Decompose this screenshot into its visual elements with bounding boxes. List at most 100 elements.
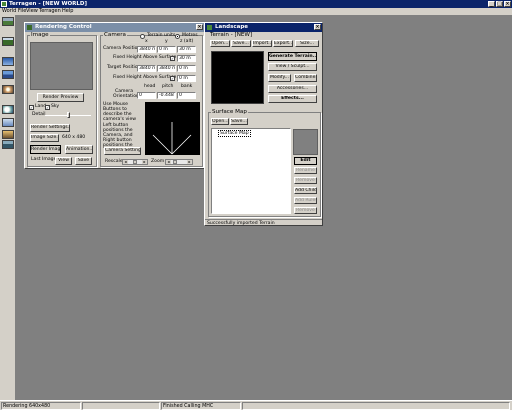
sky-checkbox[interactable]: ✓ xyxy=(45,105,50,110)
camera-icon[interactable] xyxy=(2,140,14,149)
remove-rules-button[interactable]: Remove xyxy=(294,207,317,214)
zoom-left-arrow[interactable]: ◂ xyxy=(166,160,171,164)
rescale-scrollbar[interactable]: ◂ ▸ xyxy=(122,159,148,165)
left-toolbar xyxy=(0,15,16,400)
camera-view-canvas[interactable] xyxy=(145,102,200,155)
add-rules-button[interactable]: Add Rules xyxy=(294,197,317,204)
fixed-height-checkbox[interactable]: ✓ xyxy=(170,56,175,61)
animation-button[interactable]: Animation... xyxy=(65,145,93,154)
target-y-field[interactable]: 3840 m xyxy=(157,65,176,72)
close-button[interactable]: × xyxy=(504,1,511,7)
surface-map-list[interactable]: Surface Map xyxy=(211,128,291,214)
zoom-thumb[interactable] xyxy=(173,160,177,164)
sky-icon[interactable] xyxy=(2,57,14,66)
rendering-close-button[interactable]: × xyxy=(196,24,203,30)
view-button[interactable]: View xyxy=(55,157,72,165)
col-bank-label: bank xyxy=(181,84,193,89)
landscape-close-button[interactable]: × xyxy=(314,24,321,30)
terrain-save-button[interactable]: Save... xyxy=(231,40,251,47)
app-titlebar: Terragen - [NEW WORLD] _ □ × xyxy=(0,0,512,8)
landscape-icon[interactable] xyxy=(2,17,14,26)
target-position-label: Target Position xyxy=(107,65,141,70)
surface-preview xyxy=(293,129,318,155)
view-sculpt-button[interactable]: View / Sculpt... xyxy=(268,63,317,71)
target-x-field[interactable]: 3840 m xyxy=(137,65,156,72)
detail-label: Detail xyxy=(32,112,46,117)
rescale-thumb[interactable] xyxy=(133,160,137,164)
rendering-control-window: Rendering Control × Image Render Preview… xyxy=(24,22,205,169)
maximize-button[interactable]: □ xyxy=(496,1,503,7)
lighting-icon[interactable] xyxy=(2,130,14,139)
zoom-scrollbar[interactable]: ◂ ▸ xyxy=(165,159,193,165)
generate-terrain-button[interactable]: Generate Terrain... xyxy=(268,52,317,61)
zoom-label: Zoom xyxy=(151,159,165,164)
last-image-label: Last Image xyxy=(31,157,57,162)
camera-y-field[interactable]: 0 m xyxy=(157,46,176,53)
rescale-right-arrow[interactable]: ▸ xyxy=(142,160,147,164)
sun-icon[interactable] xyxy=(2,85,14,94)
orientation-pitch-field[interactable]: -0.448 xyxy=(157,92,176,99)
terrain-size-button[interactable]: Size... xyxy=(295,40,319,47)
image-section-label: Image xyxy=(30,32,50,39)
camera-x-field[interactable]: 3840 m xyxy=(137,46,156,53)
render-preview-button[interactable]: Render Preview xyxy=(37,93,84,102)
orientation-bank-field[interactable]: 0 xyxy=(177,92,196,99)
camera-settings-button[interactable]: Camera Settings... xyxy=(104,147,141,155)
menu-view[interactable]: View xyxy=(26,8,38,15)
terrain-icon[interactable] xyxy=(2,37,14,46)
terrain-export-button[interactable]: Export... xyxy=(273,40,293,47)
status-cell-3: Finished Calling MHC xyxy=(161,402,241,410)
effects-button[interactable]: Effects... xyxy=(268,95,317,103)
land-checkbox[interactable]: ✓ xyxy=(29,105,34,110)
status-cell-4 xyxy=(242,402,510,410)
detail-slider[interactable] xyxy=(45,112,91,118)
target-fixed-field[interactable]: 0 m xyxy=(177,75,196,82)
app-title: Terragen - [NEW WORLD] xyxy=(9,1,87,7)
status-bar: Rendering 640x480 Finished Calling MHC xyxy=(0,400,512,410)
modify-button[interactable]: Modify... xyxy=(268,74,291,82)
menu-terragen[interactable]: Terragen xyxy=(39,8,61,15)
terrain-import-button[interactable]: Import... xyxy=(252,40,272,47)
rendering-title: Rendering Control xyxy=(35,24,92,30)
fixed-height-field[interactable]: 30 m xyxy=(177,55,196,62)
status-cell-2 xyxy=(82,402,160,410)
atmosphere-icon[interactable] xyxy=(2,118,14,127)
landscape-window: Landscape × Terrain - [NEW] Open... Save… xyxy=(204,22,323,226)
surface-save-button[interactable]: Save... xyxy=(230,118,248,125)
camera-section-label: Camera xyxy=(103,32,127,39)
terrain-open-button[interactable]: Open... xyxy=(210,40,230,47)
rescale-label: Rescale xyxy=(105,159,123,164)
col-x-label: x xyxy=(145,39,148,44)
surface-edit-button[interactable]: Edit xyxy=(294,157,317,165)
surface-remove-button[interactable]: Remove xyxy=(294,177,317,184)
orientation-head-field[interactable]: 0 xyxy=(137,92,156,99)
surface-rename-button[interactable]: Rename xyxy=(294,167,317,174)
minimize-button[interactable]: _ xyxy=(488,1,495,7)
terrain-preview[interactable] xyxy=(211,51,264,104)
accessories-button[interactable]: Accessories... xyxy=(268,85,317,93)
combine-button[interactable]: Combine... xyxy=(294,74,317,82)
target-z-field[interactable]: 0 m xyxy=(177,65,196,72)
zoom-right-arrow[interactable]: ▸ xyxy=(187,160,192,164)
render-settings-button[interactable]: Render Settings... xyxy=(30,124,70,132)
menu-world-file[interactable]: World File xyxy=(2,8,26,15)
detail-slider-thumb[interactable] xyxy=(67,112,70,118)
camera-z-field[interactable]: 30 m xyxy=(177,46,196,53)
water-icon[interactable] xyxy=(2,70,14,79)
save-button[interactable]: Save xyxy=(75,157,92,165)
menu-help[interactable]: Help xyxy=(62,8,73,15)
sky-label: Sky xyxy=(51,104,60,109)
rescale-left-arrow[interactable]: ◂ xyxy=(123,160,128,164)
camera-position-label: Camera Position xyxy=(103,46,141,51)
render-image-button[interactable]: Render Image xyxy=(30,145,61,154)
orientation-label: Camera Orientation xyxy=(113,89,139,99)
target-fixed-checkbox[interactable]: ✓ xyxy=(170,76,175,81)
camera-view-lines xyxy=(152,122,192,155)
col-head-label: head xyxy=(144,84,156,89)
surface-open-button[interactable]: Open... xyxy=(211,118,229,125)
add-child-button[interactable]: Add Child xyxy=(294,187,317,194)
landscape-status: Successfully imported Terrain xyxy=(205,219,322,226)
list-item[interactable]: Surface Map xyxy=(218,130,251,137)
image-size-button[interactable]: Image Size... xyxy=(30,134,59,142)
cloud-icon[interactable] xyxy=(2,105,14,114)
